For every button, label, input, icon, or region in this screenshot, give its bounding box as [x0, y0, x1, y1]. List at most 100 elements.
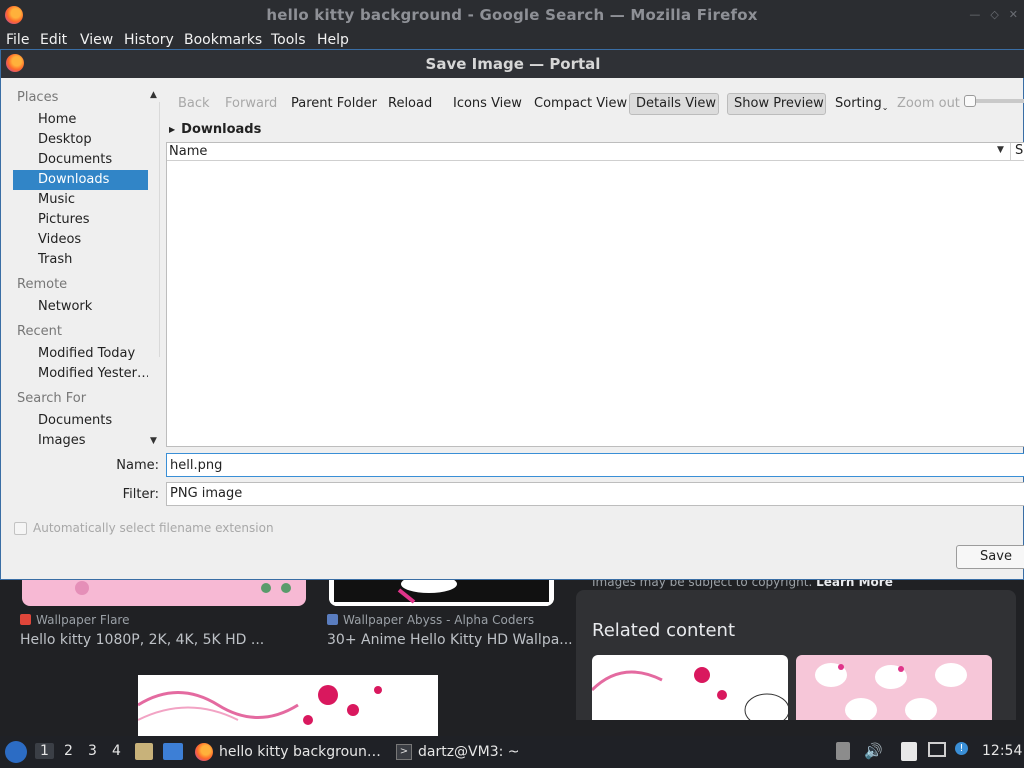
- network-icon[interactable]: [928, 742, 946, 757]
- name-label: Name:: [116, 458, 159, 473]
- hello-kitty-related-art: [592, 667, 788, 720]
- start-menu-icon[interactable]: [5, 741, 27, 763]
- icons-view-button[interactable]: Icons View: [447, 93, 528, 115]
- search-for-heading: Search For: [17, 391, 87, 406]
- breadcrumb[interactable]: ▶ Downloads: [169, 122, 261, 137]
- result-thumbnail[interactable]: [22, 580, 306, 606]
- result-title[interactable]: 30+ Anime Hello Kitty HD Wallpa...: [327, 632, 573, 648]
- forward-button[interactable]: Forward: [219, 93, 283, 115]
- result-thumbnail[interactable]: [329, 580, 554, 606]
- workspace-4[interactable]: 4: [112, 743, 121, 759]
- file-list[interactable]: Name ▼ Si: [166, 142, 1024, 447]
- volume-icon[interactable]: 🔊: [864, 742, 883, 760]
- places-sidebar: Places Home Desktop Documents Downloads …: [13, 87, 148, 457]
- workspace-1[interactable]: 1: [35, 743, 54, 759]
- menu-history[interactable]: History: [124, 32, 174, 48]
- firefox-menubar: File Edit View History Bookmarks Tools H…: [0, 30, 1024, 50]
- task-terminal-label: dartz@VM3: ~: [418, 744, 520, 760]
- place-downloads[interactable]: Downloads: [13, 170, 148, 190]
- save-button[interactable]: Save: [956, 545, 1024, 569]
- show-desktop-icon[interactable]: [163, 743, 183, 760]
- place-trash[interactable]: Trash: [13, 250, 148, 270]
- workspace-2[interactable]: 2: [64, 743, 73, 759]
- expand-triangle-icon: ▶: [169, 125, 176, 134]
- place-music[interactable]: Music: [13, 190, 148, 210]
- recent-modified-yesterday[interactable]: Modified Yester…: [13, 364, 148, 384]
- notification-icon[interactable]: !: [955, 742, 968, 755]
- compact-view-button[interactable]: Compact View: [528, 93, 633, 115]
- filename-input[interactable]: [166, 453, 1024, 477]
- recent-heading: Recent: [17, 324, 62, 339]
- column-size-header[interactable]: Si: [1010, 143, 1024, 161]
- recent-modified-today[interactable]: Modified Today: [13, 344, 148, 364]
- menu-help[interactable]: Help: [317, 32, 349, 48]
- related-content-title: Related content: [592, 620, 735, 641]
- menu-view[interactable]: View: [80, 32, 113, 48]
- filter-label: Filter:: [122, 487, 159, 502]
- auto-extension-checkbox[interactable]: Automatically select filename extension: [14, 521, 274, 535]
- scroll-up-icon[interactable]: ▲: [150, 90, 157, 100]
- search-results-page: Wallpaper Flare Hello kitty 1080P, 2K, 4…: [0, 575, 1024, 736]
- place-videos[interactable]: Videos: [13, 230, 148, 250]
- zoom-slider-handle[interactable]: [964, 95, 976, 107]
- place-documents[interactable]: Documents: [13, 150, 148, 170]
- menu-edit[interactable]: Edit: [40, 32, 67, 48]
- chevron-down-icon: ⌄: [881, 103, 889, 112]
- save-image-dialog: Save Image — Portal Places Home Desktop …: [0, 49, 1024, 580]
- show-preview-button[interactable]: Show Preview: [727, 93, 826, 115]
- workspace-3[interactable]: 3: [88, 743, 97, 759]
- maximize-icon[interactable]: ◇: [990, 8, 998, 21]
- search-images[interactable]: Images: [13, 431, 148, 451]
- taskbar: 1 2 3 4 hello kitty backgroun… > dartz@V…: [0, 736, 1024, 768]
- result-thumbnail[interactable]: [138, 675, 438, 736]
- scroll-down-icon[interactable]: ▼: [150, 436, 157, 446]
- task-terminal[interactable]: > dartz@VM3: ~: [396, 740, 520, 764]
- close-icon[interactable]: ✕: [1009, 8, 1018, 21]
- parent-folder-button[interactable]: Parent Folder: [285, 93, 383, 115]
- menu-file[interactable]: File: [6, 32, 29, 48]
- favicon-icon: [20, 614, 31, 625]
- column-name-header[interactable]: Name: [169, 144, 207, 159]
- result-source[interactable]: Wallpaper Abyss - Alpha Coders: [327, 613, 534, 627]
- hello-kitty-thumbnail-art: [329, 580, 554, 606]
- places-heading: Places: [17, 90, 59, 105]
- zoom-out-button[interactable]: Zoom out: [891, 93, 966, 115]
- result-source[interactable]: Wallpaper Flare: [20, 613, 129, 627]
- search-documents[interactable]: Documents: [13, 411, 148, 431]
- sorting-menu[interactable]: Sorting⌄: [829, 93, 894, 115]
- file-list-header: Name ▼ Si: [167, 143, 1024, 161]
- related-content-panel: Related content: [576, 590, 1016, 720]
- breadcrumb-current: Downloads: [181, 122, 262, 137]
- menu-tools[interactable]: Tools: [271, 32, 306, 48]
- task-firefox-label: hello kitty backgroun…: [219, 744, 381, 760]
- places-scrollbar[interactable]: ▲ ▼: [148, 90, 162, 452]
- sort-descending-icon: ▼: [997, 145, 1004, 155]
- checkbox-icon[interactable]: [14, 521, 27, 535]
- scrollbar-track[interactable]: [148, 102, 160, 357]
- reload-button[interactable]: Reload: [382, 93, 438, 115]
- back-button[interactable]: Back: [172, 93, 216, 115]
- minimize-icon[interactable]: —: [969, 8, 980, 21]
- firefox-window-title: hello kitty background - Google Search —…: [266, 6, 758, 24]
- sorting-label: Sorting: [835, 96, 882, 111]
- firefox-titlebar: hello kitty background - Google Search —…: [0, 0, 1024, 30]
- remote-heading: Remote: [17, 277, 68, 292]
- details-view-button[interactable]: Details View: [629, 93, 719, 115]
- favicon-icon: [327, 614, 338, 625]
- place-home[interactable]: Home: [13, 110, 148, 130]
- place-pictures[interactable]: Pictures: [13, 210, 148, 230]
- terminal-icon: >: [396, 744, 412, 760]
- clipboard-icon[interactable]: [901, 742, 917, 761]
- filter-select[interactable]: PNG image: [166, 482, 1024, 506]
- file-manager-icon[interactable]: [135, 743, 153, 760]
- task-firefox[interactable]: hello kitty backgroun…: [195, 740, 381, 764]
- place-network[interactable]: Network: [13, 297, 148, 317]
- result-title[interactable]: Hello kitty 1080P, 2K, 4K, 5K HD ...: [20, 632, 264, 648]
- related-image[interactable]: [796, 655, 992, 720]
- place-desktop[interactable]: Desktop: [13, 130, 148, 150]
- menu-bookmarks[interactable]: Bookmarks: [184, 32, 262, 48]
- related-image[interactable]: [592, 655, 788, 720]
- hello-kitty-thumbnail-art: [138, 685, 382, 725]
- clock: 12:54: [982, 743, 1023, 759]
- tray-usb-icon[interactable]: [836, 742, 850, 760]
